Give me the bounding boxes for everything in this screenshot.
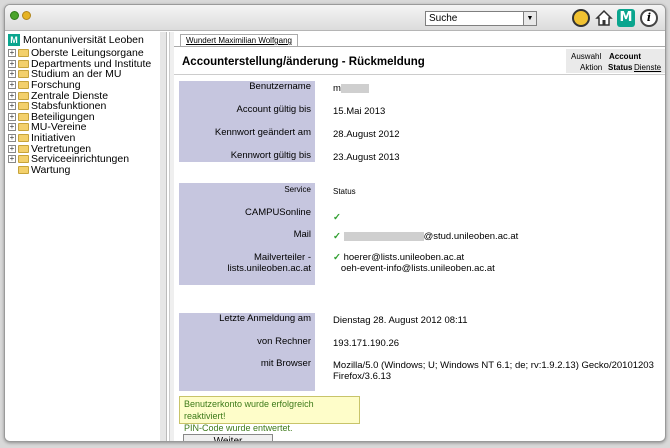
folder-icon [18,123,29,132]
expand-icon[interactable]: + [8,102,16,111]
kennwort-gueltig-label: Kennwort gültig bis [230,150,311,161]
browser-label: mit Browser [260,358,311,369]
redacted-block [340,83,369,93]
mailverteiler-label-line2: lists.unileoben.ac.at [227,263,311,274]
success-message-line2: PIN-Code wurde entwertet. [184,423,293,433]
mail-value: ✓ @stud.unileoben.ac.at [333,231,518,242]
sidebar-item[interactable]: + Studium an der MU [5,68,166,80]
mailverteiler-label-line1: Mailverteiler - [253,252,311,263]
sidebar-item[interactable]: + MU-Vereine [5,121,166,133]
action-account: Account [609,52,641,61]
action-auswahl: Auswahl [571,52,602,61]
folder-icon [18,49,29,58]
chevron-down-icon[interactable]: ▼ [523,12,536,25]
mailverteiler-value: ✓ hoerer@lists.unileoben.ac.at oeh-event… [333,252,495,274]
window-control-orange[interactable] [22,11,31,20]
folder-icon [18,155,29,164]
expand-icon[interactable]: + [8,59,16,68]
info-icon[interactable]: i [640,9,658,27]
browser-window: Suche ▼ M i M Montanuniversität Leoben +… [4,4,666,442]
letzte-anmeldung-label: Letzte Anmeldung am [219,313,311,324]
nav-root[interactable]: M Montanuniversität Leoben [5,32,166,48]
account-gueltig-label: Account gültig bis [236,104,311,115]
content-divider [169,32,174,441]
browser-value-line1: Mozilla/5.0 (Windows; U; Windows NT 6.1;… [333,360,654,371]
label-column-login [179,313,315,391]
action-dienste-link[interactable]: Dienste [634,63,661,72]
folder-icon [18,91,29,100]
folder-icon [18,165,29,174]
expand-icon[interactable]: + [8,91,16,100]
expand-icon[interactable]: + [8,144,16,153]
sidebar-scrollbar[interactable] [160,32,166,441]
sidebar-item-label: Wartung [31,163,71,176]
success-message-line1: Benutzerkonto wurde erfolgreich reaktivi… [184,399,314,421]
browser-value: Mozilla/5.0 (Windows; U; Windows NT 6.1;… [333,360,663,382]
campusonline-label: CAMPUSonline [245,207,311,218]
main-content: Wundert Maximilian Wolfgang Accounterste… [169,32,665,441]
redacted-block [343,231,424,241]
sidebar-item[interactable]: + Serviceeinrichtungen [5,153,166,165]
folder-icon [18,59,29,68]
home-icon[interactable] [595,9,613,27]
letzte-anmeldung-value: Dienstag 28. August 2012 08:11 [333,315,468,326]
sidebar-nav: M Montanuniversität Leoben + Oberste Leit… [5,32,167,441]
action-aktion[interactable]: Aktion [580,63,602,72]
sidebar-item-wartung[interactable]: Wartung [5,163,166,176]
page-title: Accounterstellung/änderung - Rückmeldung [182,56,425,68]
benutzername-value: m [333,83,369,94]
benutzername-label: Benutzername [249,81,311,92]
folder-icon [18,134,29,143]
check-icon: ✓ [333,231,341,242]
check-icon: ✓ [333,212,341,223]
rechner-label: von Rechner [257,336,311,347]
action-status[interactable]: Status [608,63,632,72]
search-select-value: Suche [429,13,458,24]
folder-icon [18,112,29,121]
browser-value-line2: Firefox/3.6.13 [333,371,392,382]
mail-domain: @stud.unileoben.ac.at [423,231,519,242]
mu-logo-icon: M [8,34,20,46]
kennwort-geaendert-label: Kennwort geändert am [214,127,311,138]
action-panel: Auswahl Account Aktion Status Dienste [566,49,665,73]
status-header: Status [333,187,356,196]
service-label: Service [284,185,311,194]
mailverteiler-label: Mailverteiler - lists.unileoben.ac.at [179,252,315,274]
folder-icon [18,70,29,79]
mail-label: Mail [293,229,311,240]
folder-icon [18,144,29,153]
window-controls [10,11,31,20]
top-toolbar: Suche ▼ M i [5,5,665,31]
nav-root-label: Montanuniversität Leoben [23,34,144,46]
expand-icon[interactable]: + [8,70,16,79]
expand-icon[interactable]: + [8,112,16,121]
account-gueltig-value: 15.Mai 2013 [333,106,386,117]
folder-icon [18,81,29,90]
mu-logo-icon[interactable]: M [617,9,635,27]
kennwort-geaendert-value: 28.August 2012 [333,129,400,140]
key-icon[interactable] [572,9,590,27]
window-control-green[interactable] [10,11,19,20]
user-tab[interactable]: Wundert Maximilian Wolfgang [180,34,298,46]
expand-icon[interactable]: + [8,49,16,58]
search-select[interactable]: Suche ▼ [425,11,537,26]
verteiler-2: oeh-event-info@lists.unileoben.ac.at [340,263,495,274]
folder-icon [18,102,29,111]
weiter-button[interactable]: Weiter [183,434,273,441]
expand-icon[interactable]: + [8,81,16,90]
expand-icon[interactable]: + [8,123,16,132]
page-header: Accounterstellung/änderung - Rückmeldung… [174,46,665,75]
verteiler-1: hoerer@lists.unileoben.ac.at [343,252,465,263]
benutzername-prefix: m [333,83,341,94]
success-message: Benutzerkonto wurde erfolgreich reaktivi… [179,396,360,433]
expand-icon[interactable]: + [8,134,16,143]
expand-icon[interactable]: + [8,155,16,164]
check-icon: ✓ [333,252,341,263]
rechner-value: 193.171.190.26 [333,338,400,349]
kennwort-gueltig-value: 23.August 2013 [333,152,400,163]
